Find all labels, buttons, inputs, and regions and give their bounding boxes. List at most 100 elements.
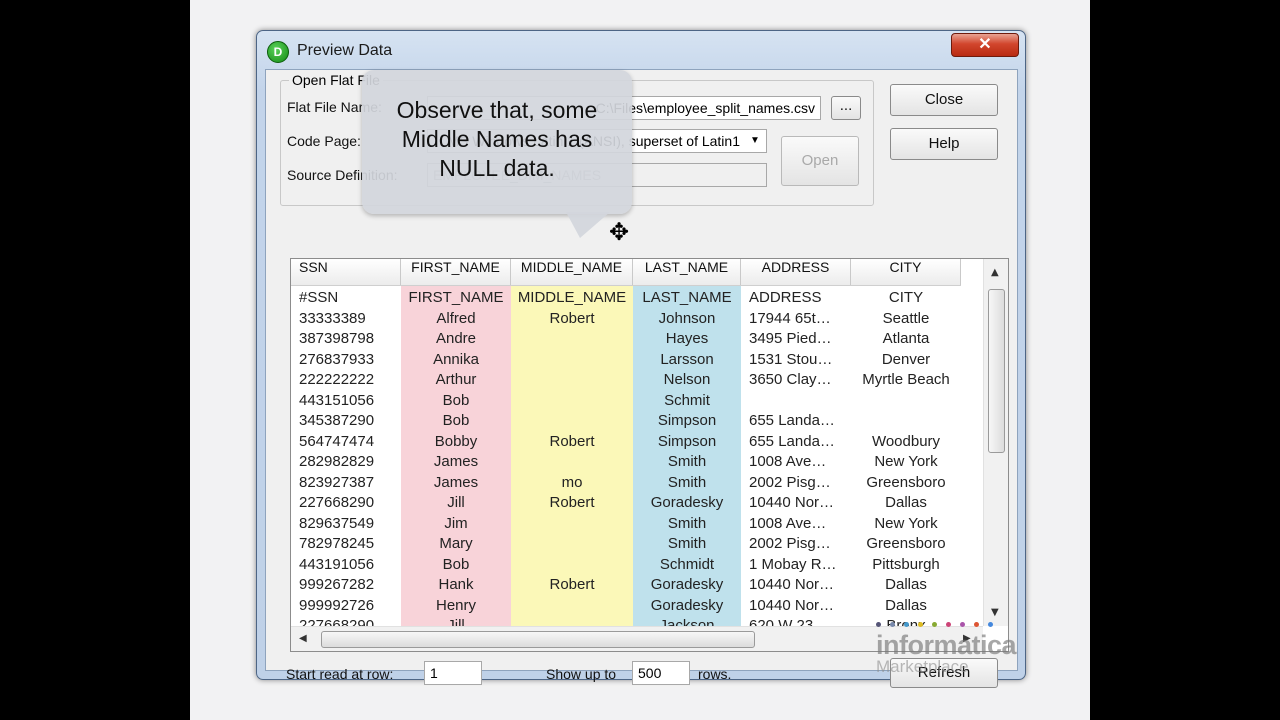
table-row[interactable]: 823927387 James mo Smith 2002 Pisg… Greensbor…	[291, 473, 961, 494]
scroll-down-icon[interactable]: ▼	[991, 607, 999, 618]
table-row[interactable]: 345387290 Bob Simpson 655 Landa…	[291, 411, 961, 432]
table-cell	[511, 534, 633, 555]
watermark-dot	[932, 622, 937, 627]
table-row[interactable]: 276837933 Annika Larsson 1531 Stou… Denver	[291, 350, 961, 371]
table-cell: 620 W 23…	[749, 617, 829, 626]
table-row[interactable]: 999267282 Hank Robert Goradesky 10440 Nor… Da…	[291, 575, 961, 596]
table-cell: 3650 Clay…	[749, 371, 832, 388]
table-row[interactable]: 829637549 Jim Smith 1008 Ave… New York	[291, 514, 961, 535]
watermark-dot	[946, 622, 951, 627]
table-cell: 1531 Stou…	[749, 350, 833, 368]
table-row[interactable]: #SSN FIRST_NAME MIDDLE_NAME LAST_NAME ADDRES…	[291, 288, 961, 309]
table-cell: CITY	[888, 289, 924, 306]
table-cell: Dallas	[885, 596, 927, 614]
table-cell: Denver	[881, 350, 931, 368]
table-row[interactable]: 33333389 Alfred Robert Johnson 17944 65t… Sea…	[291, 309, 961, 330]
start-read-input[interactable]: 1	[424, 661, 482, 685]
table-cell: Smith	[667, 473, 707, 491]
show-up-to-input[interactable]: 500	[632, 661, 690, 685]
open-button[interactable]: Open	[781, 136, 859, 186]
table-cell: mo	[561, 473, 583, 491]
table-cell: Hayes	[665, 330, 709, 347]
watermark-dot	[876, 622, 881, 627]
watermark-dot	[904, 622, 909, 627]
table-cell: 782978245	[299, 535, 375, 552]
table-cell: New York	[874, 514, 938, 532]
table-row[interactable]: 227668290JillJackson620 W 23…Bronx	[291, 616, 961, 626]
table-row[interactable]: 443151056 Bob Schmit	[291, 391, 961, 412]
table-cell: Woodbury	[871, 432, 941, 450]
watermark-dot	[960, 622, 965, 627]
table-cell	[511, 596, 633, 617]
column-header-last-name[interactable]: LAST_NAME	[633, 259, 741, 285]
vertical-scroll-thumb[interactable]	[988, 289, 1005, 453]
table-cell: Schmit	[664, 391, 710, 409]
table-row[interactable]: 222222222 Arthur Nelson 3650 Clay… Myrtle Be…	[291, 370, 961, 391]
table-cell: 276837933	[299, 350, 375, 368]
rows-label: rows.	[698, 666, 732, 682]
table-cell: Bob	[442, 555, 470, 573]
table-cell	[511, 514, 633, 535]
table-cell	[511, 411, 633, 432]
table-cell: Atlanta	[882, 330, 930, 347]
scroll-up-icon[interactable]: ▲	[991, 267, 999, 278]
move-cursor-icon: ✥	[609, 218, 630, 246]
table-cell: 2002 Pisg…	[749, 473, 831, 491]
table-cell: 655 Landa…	[749, 432, 835, 450]
table-cell: Dallas	[885, 494, 927, 511]
table-cell: New York	[874, 453, 938, 470]
table-cell	[511, 370, 633, 391]
table-row[interactable]: 282982829 James Smith 1008 Ave… New York	[291, 452, 961, 473]
table-cell: James	[433, 453, 479, 470]
table-cell: Jackson	[659, 617, 715, 626]
show-up-to-label: Show up to	[546, 666, 617, 682]
help-button[interactable]: Help	[890, 128, 998, 160]
table-cell: 345387290	[299, 412, 375, 429]
table-cell: Greensboro	[866, 473, 946, 491]
table-row[interactable]: 782978245 Mary Smith 2002 Pisg… Greensboro	[291, 534, 961, 555]
close-button[interactable]: Close	[890, 84, 998, 116]
grid-header: SSN FIRST_NAME MIDDLE_NAME LAST_NAME ADDRESS…	[291, 259, 961, 286]
vertical-scrollbar[interactable]: ▲ ▼	[983, 259, 1008, 626]
table-row[interactable]: 564747474 Bobby Robert Simpson 655 Landa… Woo…	[291, 432, 961, 453]
table-cell: Goradesky	[650, 494, 724, 511]
informatica-marketplace-watermark: informatica Marketplace	[876, 630, 1017, 677]
table-cell: Smith	[667, 535, 707, 552]
table-cell: Simpson	[657, 412, 717, 429]
table-cell	[511, 452, 633, 473]
table-cell: Goradesky	[650, 596, 724, 614]
table-cell: MIDDLE_NAME	[517, 289, 627, 306]
table-cell	[511, 350, 633, 371]
table-cell: Greensboro	[866, 535, 946, 552]
title-bar: D Preview Data ✕	[257, 31, 1025, 69]
table-cell: Arthur	[435, 371, 477, 388]
table-cell: FIRST_NAME	[408, 289, 504, 306]
table-cell: Goradesky	[650, 576, 724, 593]
table-cell	[851, 411, 961, 432]
informatica-d-icon: D	[267, 41, 289, 63]
callout-line-3: NULL data.	[439, 155, 555, 181]
column-header-address[interactable]: ADDRESS	[741, 259, 851, 285]
table-row[interactable]: 227668290 Jill Robert Goradesky 10440 Nor… Da…	[291, 493, 961, 514]
table-cell: Myrtle Beach	[862, 371, 950, 388]
column-header-city[interactable]: CITY	[851, 259, 961, 285]
window-title: Preview Data	[297, 42, 393, 59]
table-cell: Dallas	[885, 576, 927, 593]
window-close-button[interactable]: ✕	[951, 33, 1019, 57]
table-cell: 387398798	[299, 330, 375, 347]
chevron-down-icon[interactable]: ▼	[746, 132, 764, 150]
table-cell: Bob	[442, 391, 470, 409]
table-row[interactable]: 443191056 Bob Schmidt 1 Mobay R… Pittsburgh	[291, 555, 961, 576]
horizontal-scroll-thumb[interactable]	[321, 631, 755, 648]
browse-button[interactable]: ...	[831, 96, 861, 120]
table-row[interactable]: 999992726 Henry Goradesky 10440 Nor… Dallas	[291, 596, 961, 617]
column-header-middle-name[interactable]: MIDDLE_NAME	[511, 259, 633, 285]
table-cell: Seattle	[882, 309, 930, 327]
table-row[interactable]: 387398798 Andre Hayes 3495 Pied… Atlanta	[291, 329, 961, 350]
table-cell: 823927387	[299, 473, 375, 491]
table-cell: 1008 Ave…	[749, 453, 827, 470]
table-cell: Andre	[435, 330, 477, 347]
scroll-left-icon[interactable]: ◀	[299, 633, 307, 644]
column-header-ssn[interactable]: SSN	[291, 259, 401, 285]
column-header-first-name[interactable]: FIRST_NAME	[401, 259, 511, 285]
